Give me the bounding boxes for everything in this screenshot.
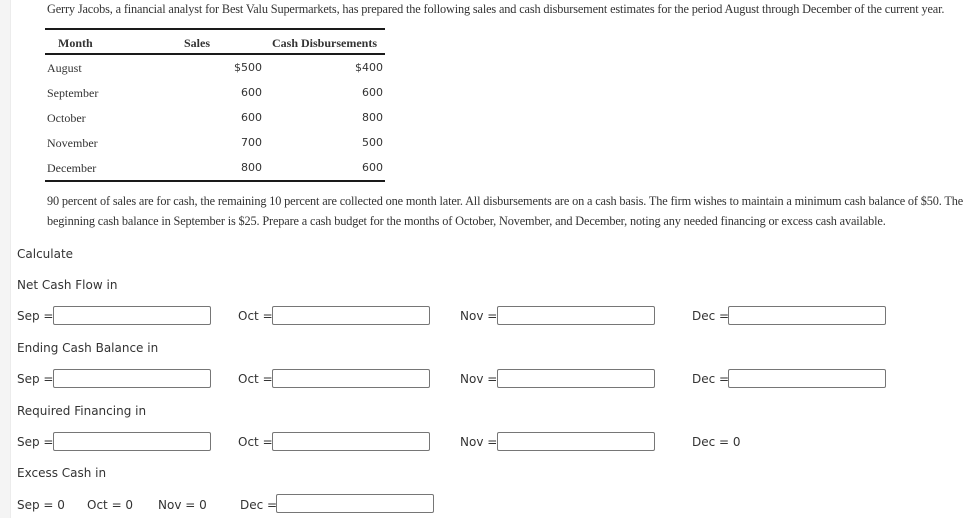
ending-cash-balance-sep-input[interactable] xyxy=(53,369,211,388)
header-month: Month xyxy=(58,36,93,50)
problem-paragraph-line-1: 90 percent of sales are for cash, the re… xyxy=(47,194,964,208)
calculate-heading: Calculate xyxy=(17,247,74,261)
left-gutter xyxy=(0,0,11,518)
header-sales: Sales xyxy=(184,36,211,50)
cell-sales: $500 xyxy=(234,61,262,74)
excess-cash-nov-value: Nov = 0 xyxy=(158,498,207,512)
cell-month: October xyxy=(47,111,86,125)
table-bottom-rule xyxy=(45,180,385,182)
net-cash-flow-nov-label: Nov = xyxy=(460,309,498,323)
cell-disbursements: $400 xyxy=(355,61,383,74)
required-financing-nov-input[interactable] xyxy=(497,432,655,451)
required-financing-sep-input[interactable] xyxy=(53,432,211,451)
ending-cash-balance-oct-label: Oct = xyxy=(238,372,273,386)
required-financing-dec-value: Dec = 0 xyxy=(692,435,741,449)
required-financing-oct-input[interactable] xyxy=(272,432,430,451)
required-financing-oct-label: Oct = xyxy=(238,435,273,449)
excess-cash-title: Excess Cash in xyxy=(17,466,107,480)
cell-month: September xyxy=(47,86,99,100)
header-cash-disbursements: Cash Disbursements xyxy=(272,36,378,50)
ending-cash-balance-nov-input[interactable] xyxy=(497,369,655,388)
net-cash-flow-dec-input[interactable] xyxy=(728,306,886,325)
net-cash-flow-sep-input[interactable] xyxy=(53,306,211,325)
required-financing-nov-label: Nov = xyxy=(460,435,498,449)
table-header-rule xyxy=(45,53,385,55)
problem-paragraph-line-2: beginning cash balance in September is $… xyxy=(47,214,886,228)
ending-cash-balance-sep-label: Sep = xyxy=(17,372,54,386)
cell-sales: 600 xyxy=(241,111,262,124)
cell-month: August xyxy=(47,61,82,75)
problem-intro: Gerry Jacobs, a financial analyst for Be… xyxy=(47,2,945,16)
ending-cash-balance-oct-input[interactable] xyxy=(272,369,430,388)
cell-disbursements: 600 xyxy=(362,86,383,99)
net-cash-flow-title: Net Cash Flow in xyxy=(17,278,118,292)
required-financing-sep-label: Sep = xyxy=(17,435,54,449)
excess-cash-sep-value: Sep = 0 xyxy=(17,498,65,512)
excess-cash-oct-value: Oct = 0 xyxy=(87,498,134,512)
cell-sales: 800 xyxy=(241,161,262,174)
ending-cash-balance-dec-input[interactable] xyxy=(728,369,886,388)
table-top-rule xyxy=(45,28,385,30)
cell-month: November xyxy=(47,136,98,150)
excess-cash-dec-label: Dec = xyxy=(240,498,278,512)
cell-disbursements: 800 xyxy=(362,111,383,124)
net-cash-flow-sep-label: Sep = xyxy=(17,309,54,323)
net-cash-flow-dec-label: Dec = xyxy=(692,309,730,323)
cell-disbursements: 500 xyxy=(362,136,383,149)
cell-sales: 700 xyxy=(241,136,262,149)
net-cash-flow-nov-input[interactable] xyxy=(497,306,655,325)
required-financing-title: Required Financing in xyxy=(17,404,147,418)
cell-month: December xyxy=(47,161,97,175)
cell-disbursements: 600 xyxy=(362,161,383,174)
ending-cash-balance-nov-label: Nov = xyxy=(460,372,498,386)
net-cash-flow-oct-label: Oct = xyxy=(238,309,273,323)
excess-cash-dec-input[interactable] xyxy=(276,494,434,513)
ending-cash-balance-title: Ending Cash Balance in xyxy=(17,341,159,355)
cell-sales: 600 xyxy=(241,86,262,99)
ending-cash-balance-dec-label: Dec = xyxy=(692,372,730,386)
net-cash-flow-oct-input[interactable] xyxy=(272,306,430,325)
